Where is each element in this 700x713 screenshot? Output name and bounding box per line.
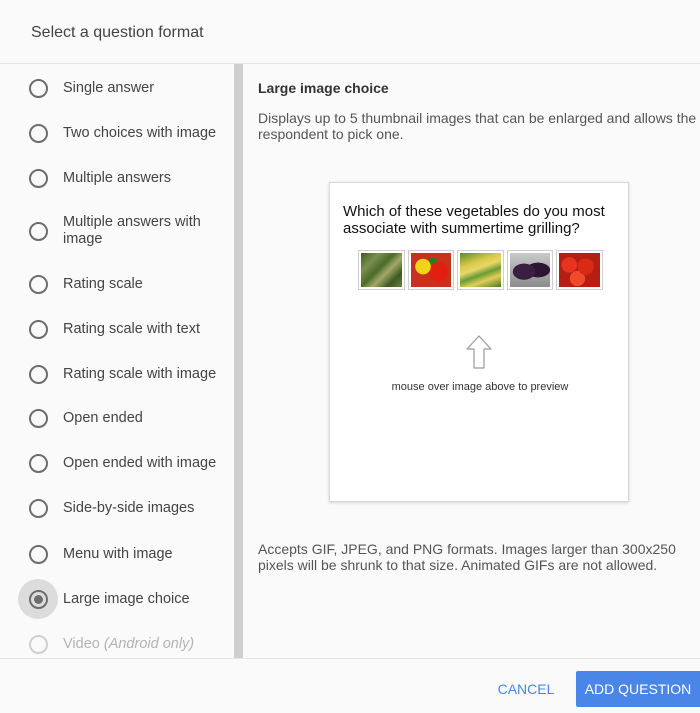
question-format-list[interactable]: Single answer Two choices with image Mul… (0, 64, 234, 658)
format-detail-panel: Large image choice Displays up to 5 thum… (243, 64, 700, 658)
thumbnail-peppers[interactable] (407, 250, 455, 290)
option-label: Menu with image (63, 545, 173, 562)
option-label-note: (Android only) (103, 635, 195, 652)
radio-button[interactable] (18, 158, 58, 198)
option-label: Multiple answers with image (63, 214, 201, 247)
option-label: Multiple answers (63, 169, 171, 186)
radio-button-selected[interactable] (18, 579, 58, 619)
option-label: Single answer (63, 79, 155, 96)
detail-title: Large image choice (258, 80, 389, 96)
radio-checked-icon (28, 589, 48, 609)
option-side-by-side-images[interactable]: Side-by-side images (18, 488, 232, 528)
arrow-up-outline-icon (466, 335, 492, 369)
option-label: Two choices with image (63, 124, 217, 141)
preview-hint: mouse over image above to preview (391, 381, 569, 393)
radio-circle-icon (28, 498, 48, 518)
radio-circle-icon (28, 319, 48, 339)
add-question-button[interactable]: ADD QUESTION (576, 671, 700, 707)
options-scrollbar[interactable] (234, 64, 243, 658)
option-label: Side-by-side images (63, 499, 195, 516)
radio-button[interactable] (18, 211, 58, 251)
format-note: Accepts GIF, JPEG, and PNG formats. Imag… (258, 541, 676, 573)
radio-button[interactable] (18, 624, 58, 658)
radio-button[interactable] (18, 488, 58, 528)
eggplant-image (509, 253, 551, 287)
dialog-title: Select a question format (31, 24, 204, 41)
option-multiple-answers-with-image[interactable]: Multiple answers with image (18, 211, 232, 251)
preview-question: Which of these vegetables do you most as… (343, 203, 605, 237)
option-label: Rating scale with text (63, 320, 201, 337)
tomatoes-image (559, 253, 600, 287)
option-label: Rating scale with image (63, 365, 217, 382)
detail-description: Displays up to 5 thumbnail images that c… (258, 110, 697, 142)
preview-card: Which of these vegetables do you most as… (329, 182, 629, 502)
thumbnail-row (358, 250, 603, 290)
asparagus-image (361, 253, 402, 287)
radio-button[interactable] (18, 398, 58, 438)
dialog-footer: CANCEL ADD QUESTION (0, 658, 700, 713)
thumbnail-eggplant[interactable] (506, 250, 554, 290)
question-format-dialog: Select a question format Single answer T… (0, 0, 700, 713)
radio-circle-icon (28, 544, 48, 564)
radio-circle-icon (28, 221, 48, 241)
option-open-ended-with-image[interactable]: Open ended with image (18, 443, 232, 483)
option-two-choices-with-image[interactable]: Two choices with image (18, 113, 232, 153)
option-rating-scale-with-image[interactable]: Rating scale with image (18, 354, 232, 394)
option-large-image-choice[interactable]: Large image choice (18, 579, 232, 619)
corn-image (460, 253, 501, 287)
radio-button[interactable] (18, 113, 58, 153)
option-open-ended[interactable]: Open ended (18, 398, 232, 438)
radio-circle-icon (28, 123, 48, 143)
radio-button[interactable] (18, 264, 58, 304)
radio-button[interactable] (18, 68, 58, 108)
option-label: Video (Android only) (63, 636, 194, 653)
radio-button[interactable] (18, 354, 58, 394)
radio-button[interactable] (18, 534, 58, 574)
radio-button[interactable] (18, 309, 58, 349)
radio-circle-icon (28, 634, 48, 654)
option-single-answer[interactable]: Single answer (18, 68, 232, 108)
option-video[interactable]: Video (Android only) (18, 624, 232, 658)
dialog-header: Select a question format (0, 0, 700, 64)
option-label: Large image choice (63, 590, 190, 607)
option-label: Open ended with image (63, 454, 217, 471)
radio-circle-icon (28, 408, 48, 428)
option-rating-scale-with-text[interactable]: Rating scale with text (18, 309, 232, 349)
radio-circle-icon (28, 274, 48, 294)
option-multiple-answers[interactable]: Multiple answers (18, 158, 232, 198)
radio-circle-icon (28, 78, 48, 98)
radio-circle-icon (28, 364, 48, 384)
option-menu-with-image[interactable]: Menu with image (18, 534, 232, 574)
peppers-image (410, 253, 452, 287)
radio-circle-icon (28, 453, 48, 473)
option-label: Open ended (63, 409, 143, 426)
thumbnail-tomatoes[interactable] (556, 250, 603, 290)
cancel-button[interactable]: CANCEL (488, 671, 564, 707)
option-rating-scale[interactable]: Rating scale (18, 264, 232, 304)
thumbnail-corn[interactable] (457, 250, 504, 290)
radio-button[interactable] (18, 443, 58, 483)
scrollbar-thumb[interactable] (234, 64, 243, 658)
radio-circle-icon (28, 168, 48, 188)
thumbnail-asparagus[interactable] (358, 250, 405, 290)
option-label-text: Video (63, 635, 100, 652)
option-label: Rating scale (63, 275, 143, 292)
